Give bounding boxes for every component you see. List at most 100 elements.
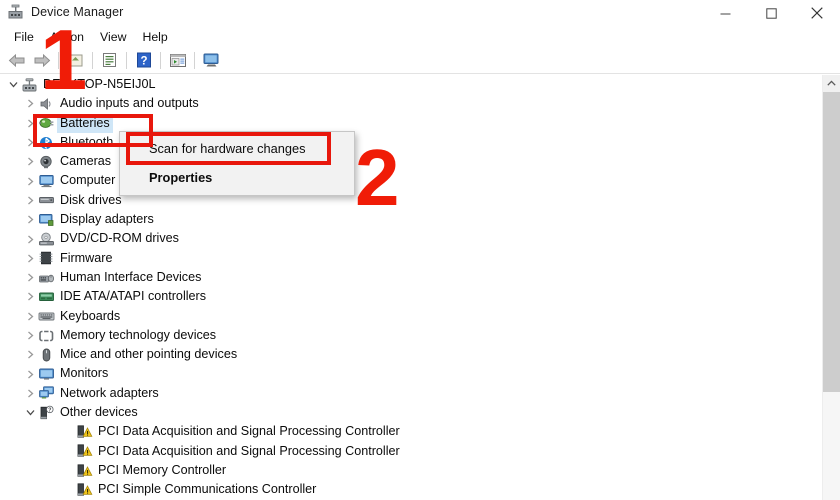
menu-help[interactable]: Help [134, 28, 175, 46]
tree-item-ide-controllers[interactable]: IDE ATA/ATAPI controllers [0, 287, 828, 306]
tree-item-label: Cameras [60, 154, 112, 169]
computer-monitor-icon [38, 173, 55, 189]
scan-hardware-icon[interactable] [165, 48, 190, 72]
toolbar-separator-3 [126, 51, 127, 69]
close-button[interactable] [794, 0, 840, 26]
chevron-down-icon[interactable] [22, 405, 38, 421]
tree-item-dvd-drives[interactable]: DVD/CD-ROM drives [0, 229, 828, 248]
tree-item-label: Human Interface Devices [60, 269, 202, 284]
chevron-right-icon[interactable] [22, 192, 38, 208]
tree-child-pci-daq-1[interactable]: PCI Data Acquisition and Signal Processi… [0, 422, 828, 441]
tree-child-pci-memory[interactable]: PCI Memory Controller [0, 461, 828, 480]
chevron-right-icon[interactable] [22, 270, 38, 286]
tree-item-memory[interactable]: Memory technology devices [0, 326, 828, 345]
toolbar-separator-5 [194, 51, 195, 69]
camera-icon [38, 154, 55, 170]
chevron-right-icon[interactable] [22, 347, 38, 363]
tree-item-label: Firmware [60, 250, 113, 265]
menu-view[interactable]: View [92, 28, 134, 46]
tree-child-label: PCI Data Acquisition and Signal Processi… [98, 424, 400, 439]
chevron-right-icon[interactable] [22, 289, 38, 305]
firmware-icon [38, 250, 55, 266]
memory-icon [38, 328, 55, 344]
warning-device-icon [76, 443, 93, 459]
tree-item-mice[interactable]: Mice and other pointing devices [0, 345, 828, 364]
tree-item-label: DVD/CD-ROM drives [60, 231, 179, 246]
chevron-right-icon[interactable] [22, 231, 38, 247]
other-device-icon: ? [38, 405, 55, 421]
tree-item-label: Mice and other pointing devices [60, 347, 238, 362]
toolbar-separator-4 [160, 51, 161, 69]
menu-file[interactable]: File [6, 28, 42, 46]
ide-icon [38, 289, 55, 305]
chevron-right-icon[interactable] [22, 250, 38, 266]
tree-item-display-adapters[interactable]: Display adapters [0, 210, 828, 229]
properties-icon[interactable] [97, 48, 122, 72]
chevron-right-icon[interactable] [22, 385, 38, 401]
computer-icon [21, 77, 38, 93]
tree-item-keyboards[interactable]: Keyboards [0, 307, 828, 326]
tree-item-label: IDE ATA/ATAPI controllers [60, 289, 207, 304]
toolbar-separator-2 [92, 51, 93, 69]
tree-item-audio[interactable]: Audio inputs and outputs [0, 94, 828, 113]
context-menu-item-properties[interactable]: Properties [120, 163, 354, 192]
chevron-right-icon[interactable] [22, 328, 38, 344]
scroll-up-icon[interactable] [823, 75, 840, 92]
tree-item-label: Network adapters [60, 385, 159, 400]
annotation-number-2: 2 [355, 133, 400, 222]
network-icon [38, 385, 55, 401]
chevron-right-icon[interactable] [22, 96, 38, 112]
tree-item-label: Display adapters [60, 212, 154, 227]
back-icon[interactable] [4, 48, 29, 72]
display-adapter-icon [38, 212, 55, 228]
vertical-scrollbar[interactable] [822, 75, 840, 500]
toolbar: ? [0, 47, 840, 74]
title-bar: Device Manager [0, 0, 840, 26]
warning-device-icon [76, 482, 93, 498]
chevron-down-icon[interactable] [5, 77, 21, 93]
tree-child-pci-daq-2[interactable]: PCI Data Acquisition and Signal Processi… [0, 442, 828, 461]
tree-item-other-devices[interactable]: ? Other devices [0, 403, 828, 422]
tree-item-hid[interactable]: Human Interface Devices [0, 268, 828, 287]
tree-root-row[interactable]: DESKTOP-N5EIJ0L [0, 75, 828, 94]
warning-device-icon [76, 463, 93, 479]
annotation-number-1: 1 [40, 13, 88, 108]
mouse-icon [38, 347, 55, 363]
tree-item-firmware[interactable]: Firmware [0, 249, 828, 268]
tree-item-label: Memory technology devices [60, 327, 217, 342]
tree-child-label: PCI Data Acquisition and Signal Processi… [98, 443, 400, 458]
window-controls [702, 0, 840, 26]
tree-item-label: Other devices [60, 405, 138, 420]
svg-text:?: ? [140, 55, 147, 67]
svg-text:?: ? [48, 407, 51, 413]
tree-child-pci-simple-comm[interactable]: PCI Simple Communications Controller [0, 480, 828, 499]
minimize-button[interactable] [702, 0, 748, 26]
hid-icon [38, 270, 55, 286]
chevron-right-icon[interactable] [22, 212, 38, 228]
tree-item-label: Disk drives [60, 192, 122, 207]
menu-bar: File Action View Help [0, 26, 840, 47]
maximize-button[interactable] [748, 0, 794, 26]
warning-device-icon [76, 424, 93, 440]
tree-item-label: Monitors [60, 366, 109, 381]
tree-item-network-adapters[interactable]: Network adapters [0, 384, 828, 403]
scrollbar-thumb[interactable] [823, 92, 840, 392]
chevron-right-icon[interactable] [22, 366, 38, 382]
tree-item-label: Keyboards [60, 308, 121, 323]
device-manager-icon [7, 3, 24, 20]
tree-child-label: PCI Simple Communications Controller [98, 482, 317, 497]
dvd-icon [38, 231, 55, 247]
annotation-box-scan [126, 132, 331, 165]
keyboard-icon [38, 308, 55, 324]
chevron-right-icon[interactable] [22, 173, 38, 189]
chevron-right-icon[interactable] [22, 308, 38, 324]
monitor-icon [38, 366, 55, 382]
help-icon[interactable]: ? [131, 48, 156, 72]
disk-icon [38, 192, 55, 208]
tree-item-label: Computer [60, 173, 116, 188]
tree-item-monitors[interactable]: Monitors [0, 364, 828, 383]
show-hidden-devices-icon[interactable] [199, 48, 224, 72]
tree-child-label: PCI Memory Controller [98, 462, 227, 477]
chevron-right-icon[interactable] [22, 154, 38, 170]
device-manager-window: Device Manager File Action View Help ? D… [0, 0, 840, 500]
